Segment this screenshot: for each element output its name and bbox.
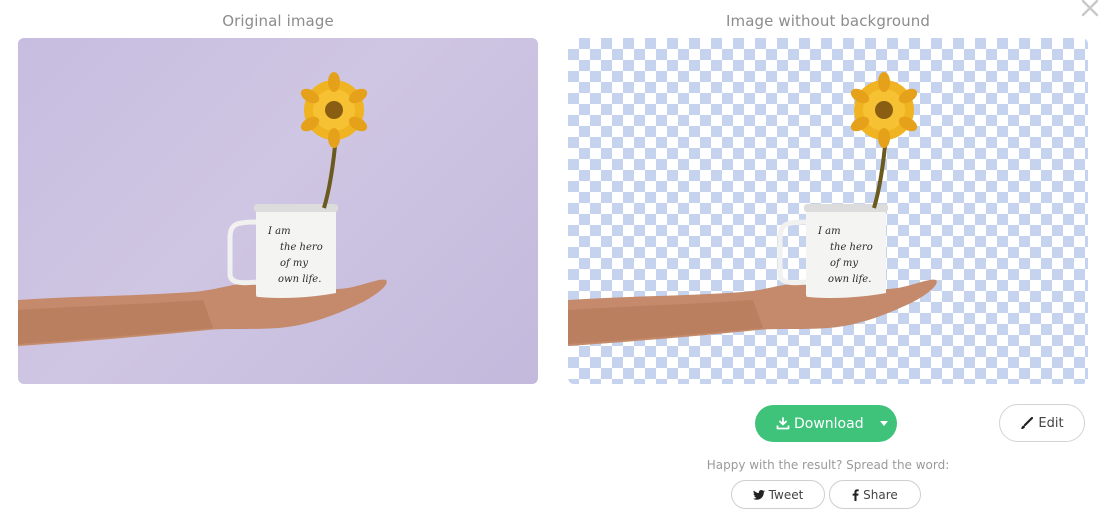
hand-with-mug-cutout: I am the hero of my own life. bbox=[568, 204, 937, 346]
edit-button[interactable]: Edit bbox=[999, 404, 1085, 442]
mug-text-line-4: own life. bbox=[278, 274, 321, 285]
download-icon bbox=[776, 417, 790, 430]
result-image-title: Image without background bbox=[725, 12, 931, 30]
original-image: I am the hero of my own life. bbox=[18, 38, 538, 384]
caret-down-icon[interactable] bbox=[880, 421, 888, 426]
flower-cutout bbox=[850, 72, 918, 209]
mug-text-line-4: own life. bbox=[828, 274, 871, 285]
original-image-title: Original image bbox=[222, 12, 334, 30]
tweet-button[interactable]: Tweet bbox=[731, 480, 825, 509]
original-photo-scene: I am the hero of my own life. bbox=[18, 72, 387, 346]
flower bbox=[300, 72, 368, 209]
mug-text-line-2: the hero bbox=[280, 242, 323, 253]
mug-text-line-1: I am bbox=[267, 226, 291, 237]
edit-label: Edit bbox=[1038, 415, 1064, 431]
mug-text-line-1: I am bbox=[817, 226, 841, 237]
brush-icon bbox=[1021, 416, 1034, 429]
facebook-icon bbox=[852, 488, 859, 501]
twitter-icon bbox=[752, 489, 765, 500]
download-label: Download bbox=[794, 415, 864, 432]
result-photo-scene: I am the hero of my own life. bbox=[568, 72, 937, 346]
hand-with-mug: I am the hero of my own life. bbox=[18, 204, 387, 346]
mug-text-line-3: of my bbox=[280, 258, 308, 269]
share-prompt: Happy with the result? Spread the word: bbox=[706, 458, 950, 472]
share-label: Share bbox=[863, 487, 898, 502]
result-image: I am the hero of my own life. bbox=[568, 38, 1088, 384]
mug-text-line-2: the hero bbox=[830, 242, 873, 253]
download-button[interactable]: Download bbox=[755, 405, 897, 442]
tweet-label: Tweet bbox=[768, 487, 804, 502]
facebook-share-button[interactable]: Share bbox=[829, 480, 921, 509]
download-main-action[interactable]: Download bbox=[755, 405, 864, 442]
mug-text-line-3: of my bbox=[830, 258, 858, 269]
